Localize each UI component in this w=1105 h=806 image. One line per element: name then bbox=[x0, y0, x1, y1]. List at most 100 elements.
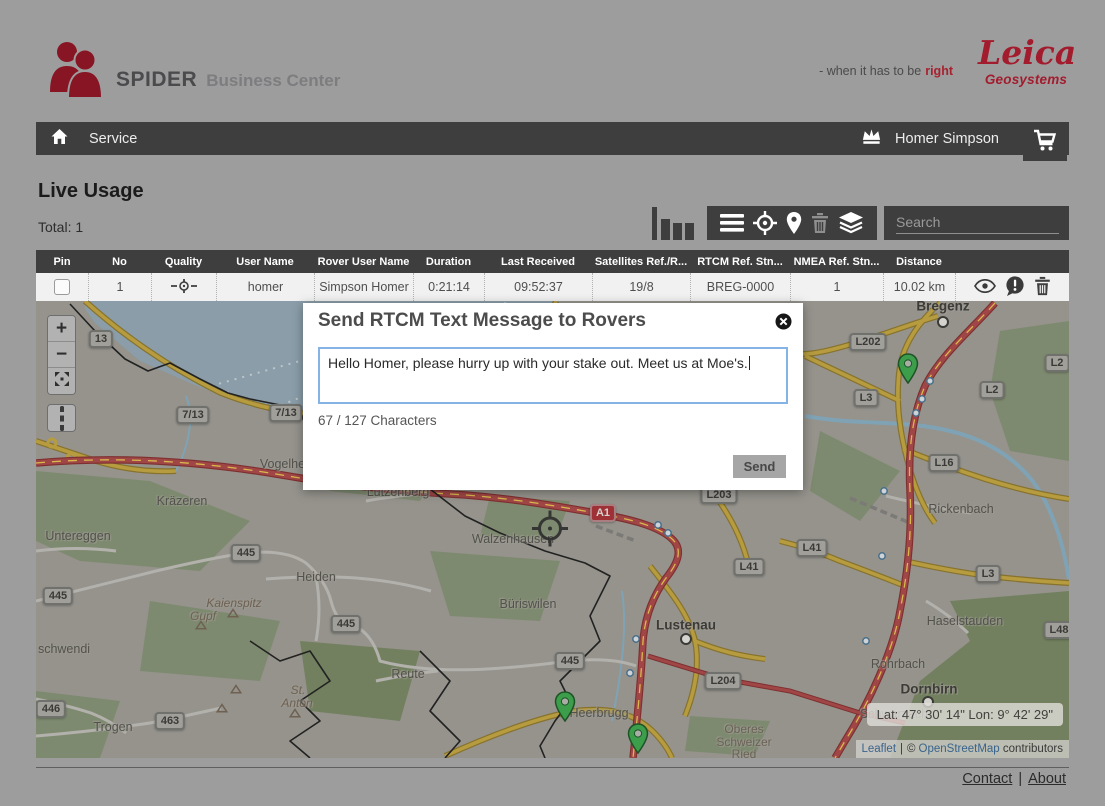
search-box bbox=[884, 206, 1069, 240]
about-link[interactable]: About bbox=[1028, 771, 1066, 787]
osm-link[interactable]: OpenStreetMap bbox=[919, 743, 1000, 755]
map-label: Trogen bbox=[93, 720, 132, 734]
rover-position-pin[interactable] bbox=[627, 723, 649, 754]
contact-link[interactable]: Contact bbox=[962, 771, 1012, 787]
message-textarea[interactable]: Hello Homer, please hurry up with your s… bbox=[318, 347, 788, 404]
road-badge: 463 bbox=[155, 712, 185, 730]
leaflet-link[interactable]: Leaflet bbox=[862, 743, 897, 755]
map-label: Reute bbox=[391, 667, 424, 681]
map-label: Kräzeren bbox=[157, 494, 208, 508]
road-badge: L3 bbox=[854, 389, 879, 407]
zoom-out-button[interactable]: − bbox=[48, 342, 75, 368]
message-icon[interactable] bbox=[1005, 276, 1025, 299]
zoom-in-button[interactable]: + bbox=[48, 316, 75, 342]
menu-icon[interactable] bbox=[720, 214, 744, 232]
map-label: Ried bbox=[732, 747, 757, 758]
map-label: Bregenz bbox=[916, 301, 969, 314]
live-usage-table: Pin No Quality User Name Rover User Name… bbox=[36, 250, 1069, 302]
cart-button[interactable] bbox=[1023, 122, 1067, 161]
map-select-control bbox=[47, 404, 76, 432]
map-label: Haselstauden bbox=[927, 614, 1003, 628]
road-badge: L48 bbox=[1044, 621, 1069, 639]
coords-readout: Lat: 47° 30' 14" Lon: 9° 42' 29" bbox=[867, 703, 1063, 726]
rover-position-pin[interactable] bbox=[897, 353, 919, 384]
footer-links: Contact|About bbox=[962, 771, 1066, 787]
col-duration[interactable]: Duration bbox=[413, 250, 484, 273]
leica-wordmark: Leica bbox=[978, 36, 1074, 70]
road-badge: L204 bbox=[704, 672, 741, 690]
cell-duration: 0:21:14 bbox=[413, 273, 484, 301]
text-caret bbox=[749, 356, 750, 370]
map-label: schwendi bbox=[38, 642, 90, 656]
cell-last-received: 09:52:37 bbox=[484, 273, 592, 301]
total-count: Total: 1 bbox=[38, 219, 83, 235]
target-icon[interactable] bbox=[753, 211, 777, 235]
trash-icon[interactable] bbox=[1034, 276, 1051, 299]
row-pin-checkbox[interactable] bbox=[54, 279, 70, 295]
rover-position-pin[interactable] bbox=[554, 691, 576, 722]
send-rtcm-dialog: Send RTCM Text Message to Rovers Hello H… bbox=[303, 303, 803, 490]
peak-triangle-icon bbox=[230, 681, 242, 699]
map-label: Oberes bbox=[724, 722, 763, 736]
col-nmea[interactable]: NMEA Ref. Stn... bbox=[790, 250, 883, 273]
dialog-title: Send RTCM Text Message to Rovers bbox=[318, 310, 646, 332]
map-label: Untereggen bbox=[45, 529, 110, 543]
home-icon[interactable] bbox=[50, 128, 69, 149]
close-icon[interactable] bbox=[775, 313, 792, 330]
leica-geosystems: Geosystems bbox=[978, 72, 1074, 87]
cell-user-name: homer bbox=[216, 273, 314, 301]
col-pin[interactable]: Pin bbox=[36, 250, 88, 273]
table-row[interactable]: 1 homer Simpson Homer 0:21:14 09:52:37 1… bbox=[36, 273, 1069, 302]
col-rover[interactable]: Rover User Name bbox=[314, 250, 413, 273]
trash-icon[interactable] bbox=[811, 212, 829, 234]
city-dot bbox=[937, 316, 949, 328]
road-badge: L41 bbox=[734, 558, 765, 576]
peak-triangle-icon bbox=[289, 705, 301, 723]
eye-icon[interactable] bbox=[974, 279, 996, 296]
cell-no: 1 bbox=[88, 273, 151, 301]
send-button[interactable]: Send bbox=[733, 455, 786, 478]
road-badge: 445 bbox=[231, 544, 261, 562]
tagline-accent: right bbox=[925, 64, 953, 78]
col-rtcm[interactable]: RTCM Ref. Stn... bbox=[690, 250, 790, 273]
cell-actions bbox=[955, 273, 1069, 301]
message-text: Hello Homer, please hurry up with your s… bbox=[328, 355, 748, 371]
user-menu[interactable]: Homer Simpson bbox=[895, 131, 999, 147]
char-counter: 67 / 127 Characters bbox=[318, 413, 437, 428]
brand-spider: SPIDER bbox=[116, 68, 197, 91]
select-area-button[interactable] bbox=[48, 405, 75, 431]
pin-icon[interactable] bbox=[786, 212, 802, 235]
col-distance[interactable]: Distance bbox=[883, 250, 955, 273]
road-badge: 7/13 bbox=[176, 406, 209, 424]
road-badge: 446 bbox=[36, 700, 66, 718]
city-dot bbox=[680, 633, 692, 645]
cell-distance: 10.02 km bbox=[883, 273, 955, 301]
col-user-name[interactable]: User Name bbox=[216, 250, 314, 273]
road-badge: 7/13 bbox=[269, 404, 302, 422]
road-badge: L2 bbox=[1045, 354, 1069, 372]
chart-bars-icon[interactable] bbox=[652, 206, 696, 240]
road-badge: L3 bbox=[976, 565, 1001, 583]
nav-item-service[interactable]: Service bbox=[89, 131, 137, 147]
footer-divider bbox=[36, 767, 1069, 768]
crown-icon bbox=[860, 127, 883, 150]
leica-logo: Leica Geosystems bbox=[978, 36, 1074, 87]
layers-icon[interactable] bbox=[838, 212, 864, 234]
cart-icon bbox=[1032, 128, 1058, 156]
table-header-row: Pin No Quality User Name Rover User Name… bbox=[36, 250, 1069, 273]
road-badge: A1 bbox=[590, 504, 616, 522]
col-last-received[interactable]: Last Received bbox=[484, 250, 592, 273]
cell-satellites: 19/8 bbox=[592, 273, 690, 301]
col-quality[interactable]: Quality bbox=[151, 250, 216, 273]
fullscreen-button[interactable] bbox=[48, 368, 75, 394]
leica-tagline: - when it has to beright bbox=[819, 64, 953, 78]
map-label: St. bbox=[291, 683, 306, 697]
search-input[interactable] bbox=[894, 210, 1056, 234]
brand-suffix: Business Center bbox=[206, 71, 340, 90]
road-badge: L16 bbox=[929, 454, 960, 472]
road-badge: L202 bbox=[849, 333, 886, 351]
select-area-icon bbox=[60, 406, 64, 431]
col-satellites[interactable]: Satellites Ref./R... bbox=[592, 250, 690, 273]
col-no[interactable]: No bbox=[88, 250, 151, 273]
road-badge: 445 bbox=[555, 652, 585, 670]
